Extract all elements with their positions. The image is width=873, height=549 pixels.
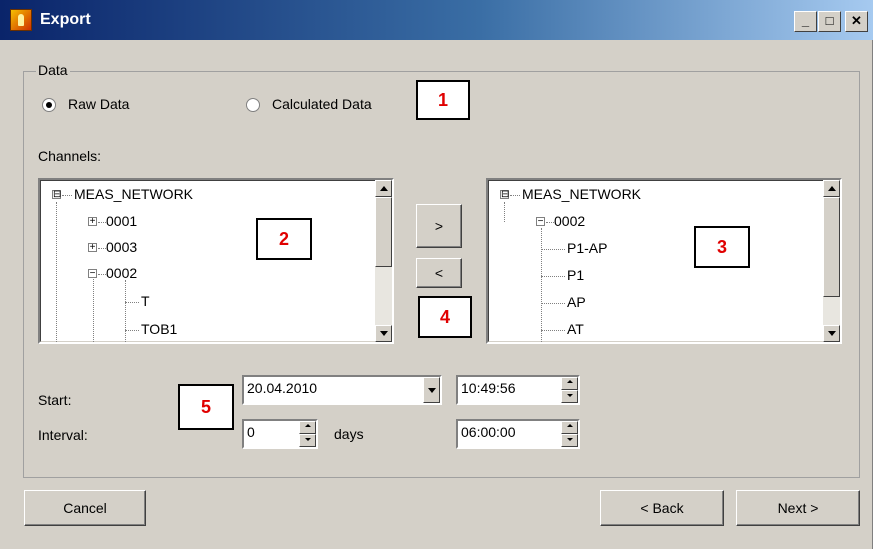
scroll-thumb[interactable] [375,197,392,267]
interval-time-spinner[interactable] [561,421,578,447]
expand-icon[interactable]: + [88,243,97,253]
spin-down-icon [305,438,311,441]
remove-channel-button[interactable]: < [416,258,462,288]
interval-days-value: 0 [247,424,255,440]
expand-icon[interactable]: + [88,217,97,227]
arrow-down-icon [380,331,388,336]
tree-node[interactable]: AP [567,294,586,310]
window-title: Export [40,11,91,28]
callout-1: 1 [416,80,470,120]
add-channel-button[interactable]: > [416,204,462,248]
source-channel-tree[interactable]: ⊟ MEAS_NETWORK + 0001 + 0003 − 0002 T TO… [38,178,394,344]
raw-data-label[interactable]: Raw Data [68,96,129,112]
close-button[interactable]: ✕ [845,11,868,32]
spin-up-icon [567,424,573,427]
days-spinner[interactable] [299,421,316,447]
tree-node[interactable]: 0001 [106,213,137,229]
interval-days-stepper[interactable]: 0 [242,419,318,449]
interval-label: Interval: [38,427,88,443]
callout-5: 5 [178,384,234,430]
next-button[interactable]: Next > [736,490,860,526]
app-logo-icon [10,9,32,31]
spin-up-icon [567,380,573,383]
start-label: Start: [38,392,72,408]
start-date-value: 20.04.2010 [247,380,318,396]
collapse-icon[interactable]: − [88,269,97,279]
date-dropdown-button[interactable] [423,377,440,403]
arrow-up-icon [380,186,388,191]
calculated-data-label[interactable]: Calculated Data [272,96,372,112]
tree-node[interactable]: 0003 [106,239,137,255]
scroll-thumb[interactable] [823,197,840,297]
tree-node[interactable]: P1-AP [567,240,607,256]
channels-label: Channels: [38,148,102,164]
tree-node[interactable]: TOB1 [141,321,177,337]
tree-node[interactable]: 0002 [106,265,137,281]
tree-node[interactable]: MEAS_NETWORK [74,186,193,202]
source-tree-scrollbar[interactable] [375,180,392,342]
interval-time-field[interactable]: 06:00:00 [456,419,580,449]
spin-up-icon [305,424,311,427]
collapse-icon[interactable]: ⊟ [500,190,509,200]
scroll-up-button[interactable] [823,180,840,197]
selected-channel-tree[interactable]: ⊟ MEAS_NETWORK − 0002 P1-AP P1 AP AT [486,178,842,344]
scroll-down-button[interactable] [375,325,392,342]
collapse-icon[interactable]: − [536,217,545,227]
callout-4: 4 [418,296,472,338]
start-time-field[interactable]: 10:49:56 [456,375,580,405]
maximize-button[interactable]: □ [818,11,841,32]
title-bar[interactable]: Export _ □ ✕ [0,0,873,40]
start-time-spinner[interactable] [561,377,578,403]
export-dialog: Export _ □ ✕ Data Raw Data Calculated Da… [0,0,873,549]
tree-node[interactable]: MEAS_NETWORK [522,186,641,202]
target-tree-scrollbar[interactable] [823,180,840,342]
spin-down-icon [567,394,573,397]
callout-2: 2 [256,218,312,260]
tree-node[interactable]: 0002 [554,213,585,229]
spin-down-icon [567,438,573,441]
chevron-down-icon [428,388,436,393]
callout-3: 3 [694,226,750,268]
minimize-button[interactable]: _ [794,11,817,32]
arrow-up-icon [828,186,836,191]
days-unit-label: days [334,426,364,442]
tree-node[interactable]: T [141,293,150,309]
tree-node[interactable]: P1 [567,267,584,283]
raw-data-radio[interactable] [42,98,56,112]
arrow-down-icon [828,331,836,336]
collapse-icon[interactable]: ⊟ [52,190,61,200]
interval-time-value: 06:00:00 [461,424,516,440]
start-time-value: 10:49:56 [461,380,516,396]
data-group-label: Data [36,62,70,78]
tree-node[interactable]: AT [567,321,584,337]
cancel-button[interactable]: Cancel [24,490,146,526]
scroll-up-button[interactable] [375,180,392,197]
calculated-data-radio[interactable] [246,98,260,112]
scroll-down-button[interactable] [823,325,840,342]
start-date-select[interactable]: 20.04.2010 [242,375,442,405]
back-button[interactable]: < Back [600,490,724,526]
